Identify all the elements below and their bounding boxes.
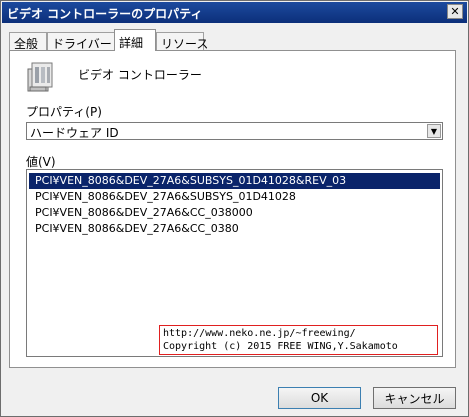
property-selected-value: ハードウェア ID xyxy=(30,126,119,140)
ok-button[interactable]: OK xyxy=(278,387,361,409)
property-label: プロパティ(P) xyxy=(26,105,102,119)
close-button[interactable]: ✕ xyxy=(447,4,463,19)
tab-general[interactable]: 全般 xyxy=(9,32,47,51)
watermark-url: http://www.neko.ne.jp/~freewing/ xyxy=(163,328,356,339)
copyright-watermark: http://www.neko.ne.jp/~freewing/ Copyrig… xyxy=(159,325,438,355)
close-icon: ✕ xyxy=(450,5,460,18)
cancel-button[interactable]: キャンセル xyxy=(373,387,456,409)
details-panel: ビデオ コントローラー プロパティ(P) ハードウェア ID ▼ 値(V) PC… xyxy=(9,50,456,368)
tab-details[interactable]: 詳細 xyxy=(114,29,156,51)
device-name: ビデオ コントローラー xyxy=(78,68,202,82)
tab-resources[interactable]: リソース xyxy=(156,32,208,51)
properties-dialog: ビデオ コントローラーのプロパティ ✕ 全般 ドライバー 詳細 リソース ビデオ… xyxy=(0,0,469,417)
list-item[interactable]: PCI¥VEN_8086&DEV_27A6&SUBSYS_01D41028 xyxy=(29,189,440,205)
list-item[interactable]: PCI¥VEN_8086&DEV_27A6&SUBSYS_01D41028&RE… xyxy=(29,173,440,189)
list-item[interactable]: PCI¥VEN_8086&DEV_27A6&CC_0380 xyxy=(29,221,440,237)
list-item[interactable]: PCI¥VEN_8086&DEV_27A6&CC_038000 xyxy=(29,205,440,221)
window-title: ビデオ コントローラーのプロパティ xyxy=(7,7,203,21)
title-bar[interactable]: ビデオ コントローラーのプロパティ ✕ xyxy=(2,2,467,23)
property-dropdown[interactable]: ハードウェア ID ▼ xyxy=(26,122,443,140)
watermark-copyright: Copyright (c) 2015 FREE WING,Y.Sakamoto xyxy=(163,341,398,352)
values-label: 値(V) xyxy=(26,155,56,169)
tab-driver[interactable]: ドライバー xyxy=(47,32,116,51)
device-icon xyxy=(27,62,53,92)
dropdown-arrow-icon[interactable]: ▼ xyxy=(427,124,441,138)
